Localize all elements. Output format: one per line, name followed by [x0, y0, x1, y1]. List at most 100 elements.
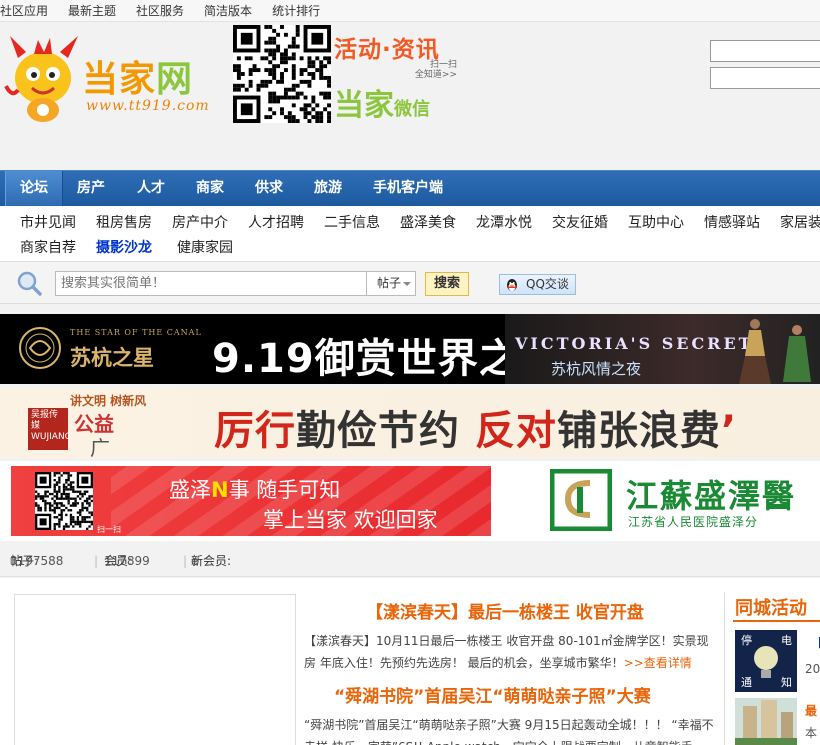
password-input[interactable] — [710, 67, 820, 89]
subnav-item[interactable]: 家居装 — [780, 212, 820, 232]
wechat-promo-scan: 扫一扫 全知道>> — [414, 60, 457, 80]
content-area: 【漾滨春天】最后一栋楼王 收官开盘 【漾滨春天】10月11日最后一栋楼王 收官开… — [0, 578, 820, 745]
hospital-subtitle: 江苏省人民医院盛泽分 — [628, 515, 759, 529]
svg-text:电: 电 — [781, 634, 792, 647]
top-link-simple[interactable]: 简洁版本 — [204, 0, 252, 22]
banner1-name: 苏杭之星 — [70, 346, 154, 370]
building-photo-icon — [735, 698, 797, 745]
banner1-right-panel: VICTORIA'S SECRET 苏杭风情之夜 — [505, 314, 820, 384]
forum-stats: 帖子: 3197588 | 会员: 117899 | 新会员: e — [0, 545, 820, 577]
banner3-line2: 掌上当家 欢迎回家 — [263, 508, 438, 532]
top-links: 社区应用 最新主题 社区服务 简洁版本 统计排行 — [0, 0, 820, 22]
search-bar: 帖子 搜索 QQ交谈 — [0, 262, 820, 304]
banner1-vs-title: VICTORIA'S SECRET — [515, 334, 754, 353]
qq-chat-label: QQ交谈 — [526, 277, 569, 291]
banner2-ad: 广告 — [90, 436, 110, 458]
nav-item-supply[interactable]: 供求 — [255, 171, 283, 207]
local-events-panel: 同城活动 停 电 通 知 【 20 最 本 — [724, 592, 820, 745]
banner1-english: THE STAR OF THE CANAL — [70, 328, 202, 337]
nav-item-travel[interactable]: 旅游 — [314, 171, 342, 207]
read-more-link[interactable]: >>查看详情 — [624, 656, 692, 670]
site-logo[interactable]: 当家网 www.tt919.com — [4, 28, 229, 128]
nav-item-merchants[interactable]: 商家 — [196, 171, 224, 207]
wechat-promo: 活动·资讯 扫一扫 全知道>> 当家微信 — [334, 30, 459, 123]
event-thumbnail[interactable]: 停 电 通 知 — [735, 630, 797, 692]
dragon-mascot-icon — [4, 36, 78, 122]
subnav-item[interactable]: 二手信息 — [324, 212, 380, 232]
subnav-item[interactable]: 健康家园 — [177, 237, 233, 257]
svg-text:停: 停 — [741, 633, 752, 647]
qq-chat-button[interactable]: QQ交谈 — [499, 274, 576, 295]
svg-text:通: 通 — [741, 676, 752, 689]
banner2-slogan: 讲文明 树新风 — [70, 394, 147, 408]
banner2-headline: 厉行勤俭节约 反对铺张浪费’ — [214, 408, 738, 454]
banner3-qr — [35, 472, 93, 530]
subnav-item[interactable]: 互助中心 — [628, 212, 684, 232]
main-nav: 论坛 房产 人才 商家 供求 旅游 手机客户端 — [0, 170, 820, 207]
subnav-item[interactable]: 租房售房 — [96, 212, 152, 232]
nav-item-mobile-app[interactable]: 手机客户端 — [373, 171, 443, 207]
stat-separator: | — [183, 554, 188, 568]
event-date: 20 — [805, 662, 820, 676]
wechat-promo-line1: 活动·资讯 — [334, 37, 440, 63]
subnav-item-photo-salon[interactable]: 摄影沙龙 — [96, 237, 152, 257]
banner-public-service[interactable]: 讲文明 树新风 吴报传媒 WUJIANG 公益 广告 厉行勤俭节约 反对铺张浪费… — [0, 388, 820, 458]
subnav-item[interactable]: 商家自荐 — [20, 237, 76, 257]
banner1-vs-subtitle: 苏杭风情之夜 — [551, 360, 642, 378]
suhang-star-logo-icon — [19, 327, 61, 369]
login-form — [710, 40, 820, 94]
logo-url: www.tt919.com — [86, 98, 210, 114]
top-link-apps[interactable]: 社区应用 — [0, 0, 48, 22]
search-button[interactable]: 搜索 — [425, 272, 469, 296]
qr-code-icon — [35, 472, 93, 530]
sub-nav: 市井见闻 租房售房 房产中介 人才招聘 二手信息 盛泽美食 龙潭水悦 交友征婚 … — [0, 206, 820, 262]
banner3-app-ad[interactable]: 扫一扫 盛泽N事 随手可知 掌上当家 欢迎回家 — [11, 466, 491, 536]
search-scope-label: 帖子 — [377, 276, 402, 290]
subnav-item[interactable]: 人才招聘 — [248, 212, 304, 232]
top-link-stats[interactable]: 统计排行 — [272, 0, 320, 22]
hospital-logo-icon[interactable] — [550, 469, 612, 531]
subnav-item[interactable]: 市井见闻 — [20, 212, 76, 232]
svg-text:知: 知 — [781, 675, 792, 689]
search-input[interactable] — [55, 271, 367, 296]
qq-penguin-icon — [507, 279, 517, 291]
banner2-stamp: 吴报传媒 WUJIANG — [28, 408, 72, 450]
model-figure-icon — [783, 325, 811, 382]
subnav-item[interactable]: 盛泽美食 — [400, 212, 456, 232]
event-summary: 本 — [805, 726, 818, 740]
wechat-qr-code — [233, 25, 331, 123]
title-underline — [733, 620, 820, 622]
username-input[interactable] — [710, 40, 820, 62]
qr-code-icon — [233, 25, 331, 123]
article-title[interactable]: “舜湖书院”首届吴江“萌萌哒亲子照”大赛 — [334, 682, 651, 707]
top-bar: 社区应用 最新主题 社区服务 简洁版本 统计排行 — [0, 0, 820, 22]
subnav-item[interactable]: 龙潭水悦 — [476, 212, 532, 232]
banner-app-promo: 扫一扫 盛泽N事 随手可知 掌上当家 欢迎回家 江蘇盛澤醫 江苏省人民医院盛泽分 — [0, 461, 820, 541]
search-icon — [17, 271, 42, 296]
article-title[interactable]: 【漾滨春天】最后一栋楼王 收官开盘 — [366, 598, 644, 623]
stat-separator: | — [94, 554, 99, 568]
image-slider[interactable] — [14, 594, 296, 745]
top-link-latest[interactable]: 最新主题 — [68, 0, 116, 22]
subnav-item[interactable]: 房产中介 — [172, 212, 228, 232]
banner-suhang-star[interactable]: THE STAR OF THE CANAL 苏杭之星 9.19御赏世界之美 VI… — [0, 314, 820, 384]
logo-wordmark: 当家网 — [82, 59, 194, 100]
subnav-item[interactable]: 交友征婚 — [552, 212, 608, 232]
wechat-promo-line2: 当家微信 — [334, 88, 430, 123]
new-member-link[interactable]: e — [191, 545, 198, 577]
chevron-down-icon — [403, 282, 411, 286]
article-summary: “舜湖书院”首届吴江“萌萌哒亲子照”大赛 9月15日起轰动全城！！！ “幸福不走… — [304, 718, 714, 745]
top-link-services[interactable]: 社区服务 — [136, 0, 184, 22]
hospital-name[interactable]: 江蘇盛澤醫 — [626, 471, 796, 517]
search-scope-select[interactable]: 帖子 — [366, 271, 416, 296]
event-thumbnail[interactable] — [735, 698, 797, 745]
nav-item-talent[interactable]: 人才 — [137, 171, 165, 207]
banner2-badge: 讲文明 树新风 吴报传媒 WUJIANG 公益 广告 — [28, 392, 146, 458]
event-link[interactable]: 【 — [811, 634, 820, 651]
subnav-item[interactable]: 情感驿站 — [704, 212, 760, 232]
lightbulb-icon: 停 电 通 知 — [735, 630, 797, 692]
event-link[interactable]: 最 — [805, 702, 817, 719]
nav-item-forum[interactable]: 论坛 — [5, 171, 63, 207]
nav-item-property[interactable]: 房产 — [77, 171, 105, 207]
model-figure-icon — [739, 319, 771, 384]
